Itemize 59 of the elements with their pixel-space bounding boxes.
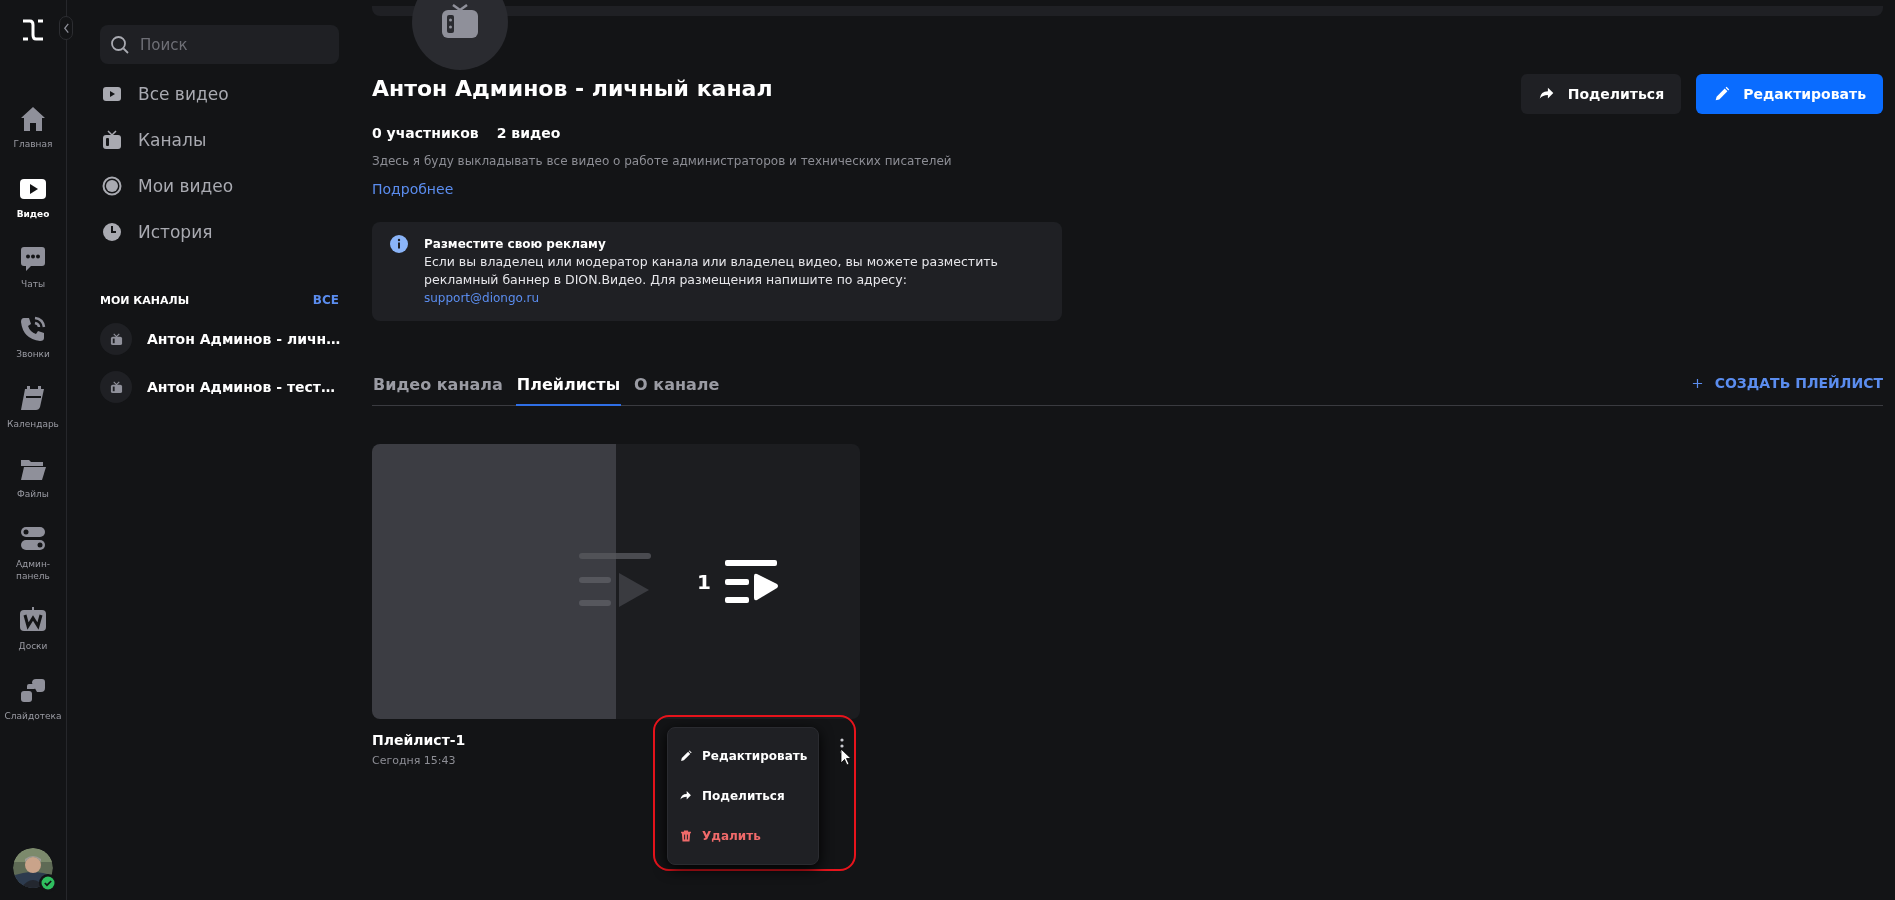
menu-item[interactable]: Удалить [668, 816, 818, 856]
play-icon [102, 84, 122, 104]
collapse-button[interactable] [59, 16, 73, 40]
menu-item[interactable]: Мои видео [100, 163, 339, 209]
trash-icon [679, 829, 693, 843]
channel-title: Антон Админов - личный канал [372, 76, 773, 101]
plus-icon [1691, 377, 1703, 389]
member-count: 0 участников [372, 125, 479, 141]
search-icon [110, 35, 130, 55]
notice-title: Разместите свою рекламу [424, 236, 607, 253]
nav-item[interactable]: Файлы [0, 454, 66, 500]
phone-icon [18, 314, 48, 344]
share-button[interactable]: Поделиться [1520, 74, 1682, 114]
nav-item[interactable]: Слайдотека [0, 676, 66, 722]
playlist-date: Сегодня 15:43 [372, 754, 456, 767]
nav-item[interactable]: Чаты [0, 244, 66, 290]
menu-item[interactable]: История [100, 209, 339, 255]
info-icon [390, 235, 408, 253]
pencil-icon [1713, 85, 1732, 103]
video-count: 1 [697, 569, 711, 594]
nav-item[interactable]: Админ-панель [0, 524, 66, 582]
nav-item[interactable]: Главная [0, 104, 66, 150]
edit-button[interactable]: Редактировать [1696, 74, 1883, 114]
channel-description: Здесь я буду выкладывать все видео о работе администраторов и технических писателей [372, 154, 953, 168]
create-playlist-button[interactable]: СОЗДАТЬ ПЛЕЙЛИСТ [1691, 365, 1883, 401]
tv-icon [102, 130, 122, 150]
search-field[interactable]: Поиск [100, 25, 339, 64]
pencil-icon [679, 749, 693, 763]
playlist-title: Плейлист-1 [372, 732, 466, 748]
clock-icon [102, 222, 122, 242]
video-count: 2 видео [496, 125, 561, 141]
channel-item[interactable]: Антон Админов - личн… [100, 323, 341, 355]
logo-icon [21, 18, 45, 42]
tab[interactable]: Видео канала [372, 365, 504, 406]
tv-icon [109, 332, 123, 346]
cursor-icon [840, 748, 852, 766]
section-heading: МОИ КАНАЛЫ [100, 293, 190, 307]
channel-item[interactable]: Антон Админов - тест… [100, 371, 335, 403]
record-icon [102, 176, 122, 196]
playlist-icon [579, 553, 651, 609]
menu-item[interactable]: Редактировать [668, 736, 818, 776]
menu-item[interactable]: Каналы [100, 117, 339, 163]
tab[interactable]: О канале [633, 365, 721, 406]
nav-item[interactable]: Звонки [0, 314, 66, 360]
more-link[interactable]: Подробнее [372, 181, 454, 197]
show-all-link[interactable]: ВСЕ [312, 293, 339, 307]
menu-item[interactable]: Все видео [100, 71, 339, 117]
nav-item[interactable]: Доски [0, 606, 66, 652]
chat-icon [18, 244, 48, 274]
tab[interactable]: Плейлисты [515, 365, 622, 406]
email-link[interactable]: support@diongo.ru [424, 289, 1034, 307]
nav-item[interactable]: Календарь [0, 384, 66, 430]
playlist-icon [724, 559, 779, 604]
nav-item[interactable]: Видео [0, 174, 66, 220]
tv-icon [109, 380, 123, 394]
menu-item[interactable]: Поделиться [668, 776, 818, 816]
notice-text: Если вы владелец или модератор канала или владелец видео, вы можете разместить рекламный баннер в DION.Видео. Для размещения напишите по адресу: [424, 253, 999, 289]
tv-icon [440, 4, 480, 40]
chevron-icon [62, 22, 70, 34]
